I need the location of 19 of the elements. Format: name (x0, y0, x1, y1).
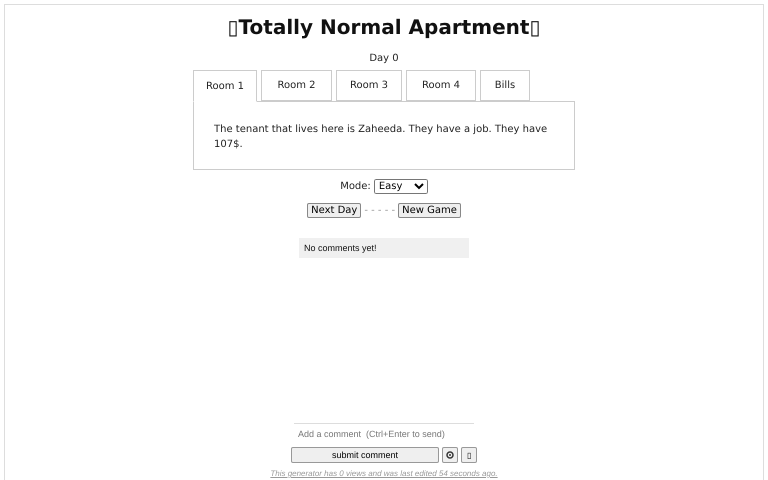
page-title: ▯Totally Normal Apartment▯ (228, 15, 540, 39)
dashed-separator: - - - - - (364, 205, 396, 216)
room-tab[interactable]: Room 3 (336, 70, 402, 101)
mode-label: Mode: (340, 181, 371, 192)
settings-icon (446, 451, 454, 459)
room-tab[interactable]: Room 2 (261, 70, 332, 101)
day-counter: Day 0 (369, 53, 399, 64)
mode-select[interactable]: Easy (374, 179, 428, 194)
room-tab[interactable]: Room 1 (193, 70, 257, 102)
tenant-description: The tenant that lives here is Zaheeda. They have a job. They have 107$. (214, 123, 548, 152)
footer-note: This generator has 0 views and was last edited 54 seconds ago. (270, 469, 498, 478)
room-tab[interactable]: Bills (480, 70, 530, 101)
extra-button[interactable]: ▯ (461, 447, 477, 463)
new-game-button[interactable]: New Game (398, 203, 461, 218)
settings-button[interactable] (442, 447, 458, 463)
next-day-button[interactable]: Next Day (307, 203, 362, 218)
room-tab[interactable]: Room 4 (406, 70, 476, 101)
submit-comment-button[interactable]: submit comment (291, 447, 439, 463)
comments-empty-message: No comments yet! (299, 238, 469, 258)
